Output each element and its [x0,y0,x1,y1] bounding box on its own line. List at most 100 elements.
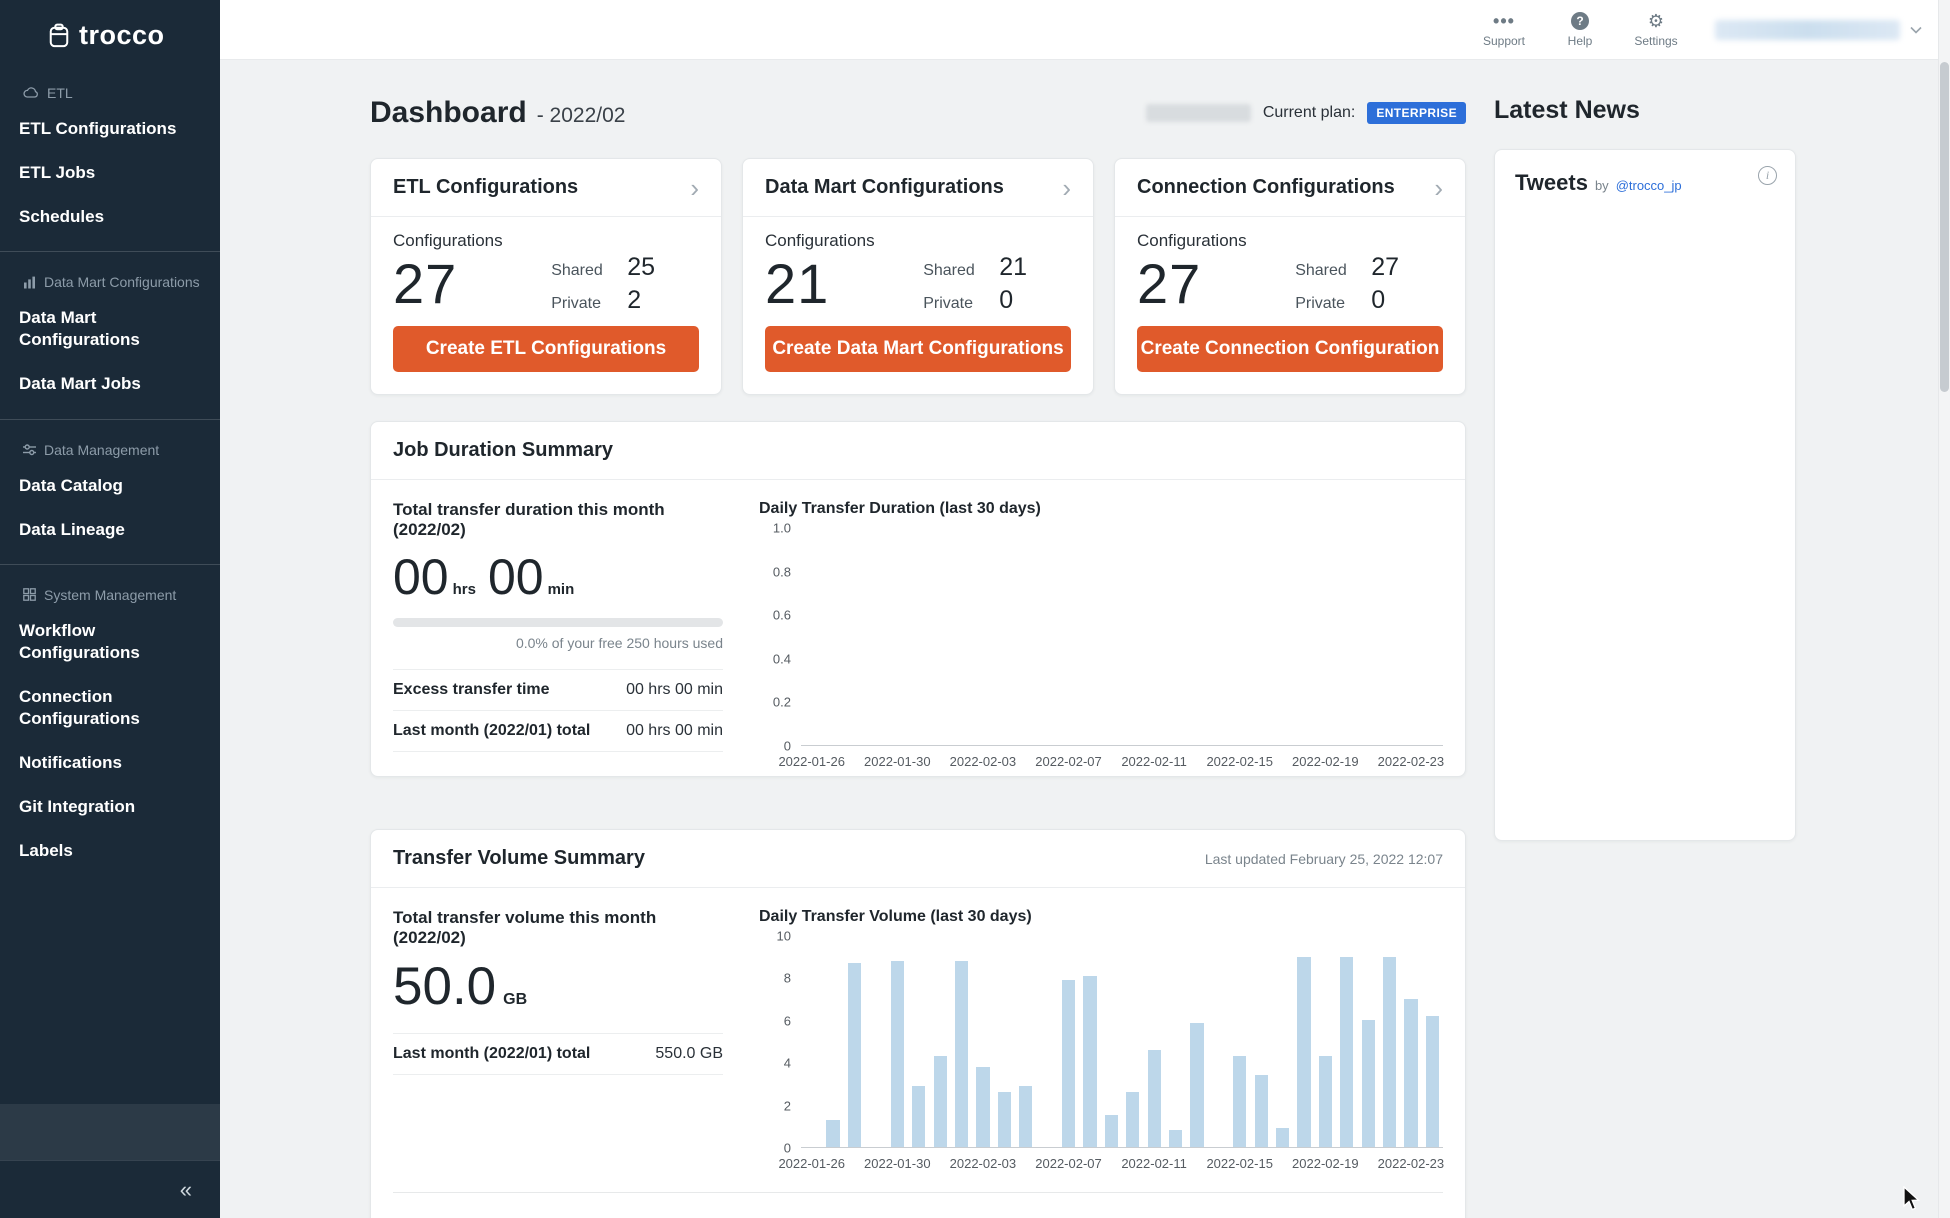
settings-button[interactable]: ⚙ Settings [1627,11,1685,48]
info-icon[interactable]: i [1758,166,1777,185]
volume-unit: GB [503,991,527,1009]
duration-progress-caption: 0.0% of your free 250 hours used [393,635,723,651]
section-data-management: Data Management [0,432,220,464]
sidebar-item-schedules[interactable]: Schedules [0,195,220,239]
last-updated-text: Last updated February 25, 2022 12:07 [1205,851,1443,867]
section-etl: ETL [0,75,220,107]
private-count: 0 [1371,286,1385,315]
shared-label: Shared [1295,262,1353,280]
bar [1062,980,1075,1147]
bar [1404,999,1417,1147]
latest-news-title: Latest News [1494,96,1796,125]
bar [1148,1050,1161,1147]
x-tick-label: 2022-02-19 [1292,754,1359,769]
sidebar-item-data-catalog[interactable]: Data Catalog [0,464,220,508]
topbar: ••• Support ? Help ⚙ Settings [220,0,1950,60]
bar [998,1092,1011,1147]
sidebar-item-data-mart-jobs[interactable]: Data Mart Jobs [0,362,220,406]
trocco-logo-icon [48,23,70,49]
card-header-link[interactable]: Data Mart Configurations › [743,159,1093,217]
y-tick-label: 8 [784,971,791,986]
bar [1340,957,1353,1147]
bar [1383,957,1396,1147]
support-label: Support [1483,34,1525,48]
account-id-redacted [1146,104,1251,122]
transfer-volume-summary-card: Transfer Volume Summary Last updated Feb… [370,829,1466,1218]
tweets-card: Tweets by @trocco_jp i [1494,149,1796,841]
configurations-label: Configurations [1137,231,1443,251]
data-mart-icon [23,276,36,289]
bar [1297,957,1310,1147]
section-label: System Management [44,587,176,603]
sidebar-item-labels[interactable]: Labels [0,829,220,873]
sidebar-item-etl-configurations[interactable]: ETL Configurations [0,107,220,151]
main-area: ••• Support ? Help ⚙ Settings Dashboard … [220,0,1950,1218]
logo-text: trocco [79,20,165,51]
sidebar-item-data-lineage[interactable]: Data Lineage [0,508,220,552]
account-menu[interactable] [1715,20,1922,40]
plan-badge: ENTERPRISE [1367,102,1466,124]
x-tick-label: 2022-02-03 [950,754,1017,769]
configurations-count: 27 [1137,251,1201,316]
x-tick-label: 2022-02-11 [1121,754,1187,769]
stat-card-row: ETL Configurations › Configurations 27 S… [370,158,1466,395]
sidebar-item-git-integration[interactable]: Git Integration [0,785,220,829]
sidebar-item-connection-configurations[interactable]: Connection Configurations [0,675,220,741]
y-tick-label: 2 [784,1098,791,1113]
bar [1233,1056,1246,1147]
shared-count: 25 [627,253,655,282]
create-etl-configurations-button[interactable]: Create ETL Configurations [393,326,699,372]
y-tick-label: 0.8 [773,564,791,579]
section-label: ETL [47,85,73,101]
private-label: Private [551,295,609,313]
sidebar-nav: ETL ETL Configurations ETL Jobs Schedule… [0,71,220,1104]
card-header-link[interactable]: ETL Configurations › [371,159,721,217]
job-duration-summary-card: Job Duration Summary Total transfer dura… [370,421,1466,777]
bar [1362,1020,1375,1147]
sidebar-item-workflow-configurations[interactable]: Workflow Configurations [0,609,220,675]
chevron-right-icon[interactable]: › [690,175,699,201]
x-tick-label: 2022-01-26 [778,754,845,769]
x-tick-label: 2022-02-03 [950,1156,1017,1171]
sidebar: trocco ETL ETL Configurations ETL Jobs S… [0,0,220,1218]
excess-transfer-time-row: Excess transfer time 00 hrs 00 min [393,670,723,711]
last-month-duration-row: Last month (2022/01) total 00 hrs 00 min [393,711,723,752]
hours-value: 00 [393,548,449,606]
card-title: ETL Configurations [393,176,578,199]
logo[interactable]: trocco [0,0,220,71]
page-subtitle: - 2022/02 [537,104,626,128]
x-tick-label: 2022-02-07 [1035,1156,1102,1171]
chevron-right-icon[interactable]: › [1062,175,1071,201]
sidebar-item-etl-jobs[interactable]: ETL Jobs [0,151,220,195]
sidebar-collapse-button[interactable]: « [180,1177,192,1203]
total-volume-value: 50.0 GB [393,956,723,1017]
minutes-unit: min [548,581,575,598]
private-label: Private [923,295,981,313]
bar [1255,1075,1268,1147]
bar [1319,1056,1332,1147]
section-system-management: System Management [0,577,220,609]
sidebar-item-data-mart-configurations[interactable]: Data Mart Configurations [0,296,220,362]
bar [891,961,904,1147]
current-plan-label: Current plan: [1263,104,1356,122]
help-button[interactable]: ? Help [1551,11,1609,48]
bar [1426,1016,1439,1147]
row-label: Excess transfer time [393,681,550,699]
chevron-right-icon[interactable]: › [1434,175,1443,201]
support-button[interactable]: ••• Support [1475,11,1533,48]
create-data-mart-configurations-button[interactable]: Create Data Mart Configurations [765,326,1071,372]
create-connection-configuration-button[interactable]: Create Connection Configuration [1137,326,1443,372]
y-tick-label: 10 [777,929,791,944]
configurations-count: 27 [393,251,457,316]
data-mart-configurations-card: Data Mart Configurations › Configuration… [742,158,1094,395]
account-name-redacted [1715,20,1900,40]
scrollbar-thumb[interactable] [1940,62,1949,392]
card-title: Data Mart Configurations [765,176,1004,199]
job-duration-totals: Total transfer duration this month (2022… [393,500,723,752]
twitter-handle-link[interactable]: @trocco_jp [1616,178,1682,193]
row-value: 00 hrs 00 min [626,722,723,740]
page-scrollbar[interactable] [1938,0,1950,1218]
card-header-link[interactable]: Connection Configurations › [1115,159,1465,217]
latest-news-column: Latest News Tweets by @trocco_jp i [1494,96,1796,841]
sidebar-item-notifications[interactable]: Notifications [0,741,220,785]
